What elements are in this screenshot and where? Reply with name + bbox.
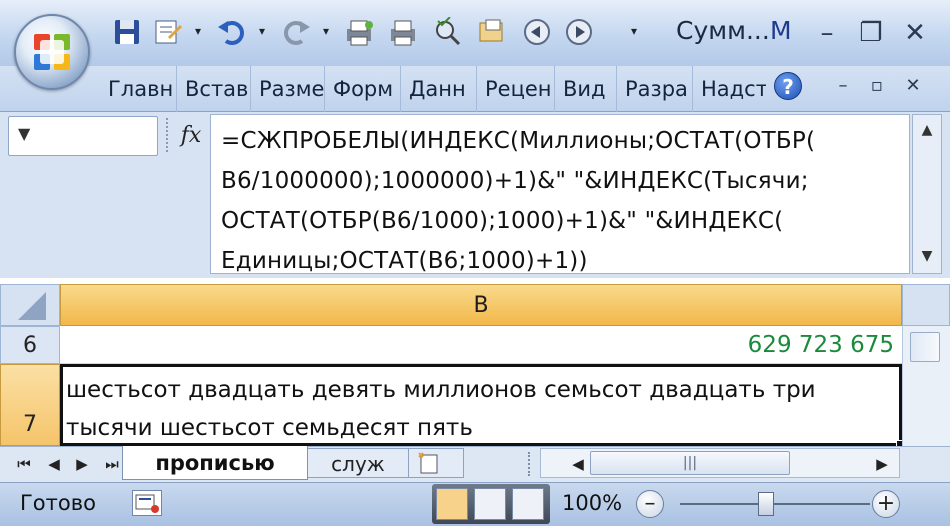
ribbon-close-button[interactable]: ✕ [896, 70, 930, 102]
tab-insert[interactable]: Встав [176, 66, 250, 112]
last-sheet-button[interactable]: ⏭ [100, 452, 124, 476]
tab-home[interactable]: Главн [100, 66, 176, 112]
help-button[interactable]: ? [774, 72, 802, 100]
maximize-button[interactable]: ❐ [848, 12, 894, 54]
ribbon-restore-button[interactable]: ▫ [860, 70, 894, 102]
print-preview-icon[interactable] [340, 12, 378, 52]
zoom-out-button[interactable]: – [636, 490, 664, 518]
open-icon[interactable] [472, 12, 510, 52]
sheet-tab-2[interactable]: служ [298, 448, 418, 478]
tab-page-layout[interactable]: Разме [250, 66, 324, 112]
sheet-tab-active[interactable]: прописью [122, 446, 308, 480]
macro-record-icon[interactable] [132, 490, 162, 516]
chevron-down-icon[interactable]: ▼ [18, 124, 30, 143]
tab-data[interactable]: Данн [400, 66, 476, 112]
zoom-level[interactable]: 100% [562, 488, 622, 518]
forward-icon[interactable] [560, 12, 598, 52]
chevron-left-icon[interactable]: ◀ [566, 452, 590, 476]
row-header-6[interactable]: 6 [0, 326, 60, 364]
spell-check-icon[interactable] [428, 12, 466, 52]
status-ready: Готово [20, 491, 96, 515]
name-box[interactable] [8, 116, 158, 156]
chevron-up-icon[interactable]: ▲ [917, 120, 937, 140]
cell-b6[interactable]: 629 723 675 [60, 326, 902, 364]
tab-developer[interactable]: Разра [616, 66, 692, 112]
office-button[interactable] [14, 14, 90, 90]
next-sheet-button[interactable]: ▶ [70, 452, 94, 476]
form-icon[interactable] [148, 12, 186, 52]
row-header-7[interactable]: 7 [0, 364, 60, 446]
tab-addins[interactable]: Надст [692, 66, 766, 112]
insert-function-button[interactable]: fx [172, 118, 210, 154]
print-icon[interactable] [384, 12, 422, 52]
zoom-slider-thumb[interactable] [758, 492, 774, 516]
chevron-down-icon[interactable]: ▾ [320, 25, 332, 37]
zoom-slider-track[interactable] [680, 503, 870, 505]
chevron-down-icon[interactable]: ▼ [917, 246, 937, 266]
normal-view-icon[interactable] [436, 488, 468, 520]
formula-text: =СЖПРОБЕЛЫ(ИНДЕКС(Миллионы;ОСТАТ(ОТБР( B… [221, 128, 816, 274]
insert-sheet-icon [418, 452, 438, 474]
tab-formulas[interactable]: Форм [324, 66, 400, 112]
tab-view[interactable]: Вид [554, 66, 616, 112]
horizontal-scroll-thumb[interactable]: ||| [590, 451, 790, 475]
chevron-right-icon[interactable]: ▶ [870, 452, 894, 476]
zoom-in-button[interactable]: + [872, 490, 900, 518]
chevron-down-icon[interactable]: ▾ [192, 25, 204, 37]
window-title-suffix: M [770, 16, 792, 45]
redo-icon[interactable] [278, 12, 316, 52]
undo-icon[interactable] [212, 12, 250, 52]
customize-icon[interactable]: ▾ [628, 25, 640, 37]
save-icon[interactable] [108, 12, 146, 52]
column-header-b[interactable]: B [60, 284, 902, 326]
page-layout-view-icon[interactable] [474, 488, 506, 520]
select-all-triangle-icon [18, 292, 46, 320]
column-header-next[interactable] [902, 284, 950, 326]
prev-sheet-button[interactable]: ◀ [42, 452, 66, 476]
first-sheet-button[interactable]: ⏮ [12, 452, 36, 476]
minimize-button[interactable]: – [804, 12, 850, 54]
chevron-down-icon[interactable]: ▾ [256, 25, 268, 37]
tab-review[interactable]: Рецен [476, 66, 554, 112]
cell-b7[interactable]: шестьсот двадцать девять миллионов семьс… [60, 364, 902, 446]
office-logo-icon [34, 34, 70, 70]
back-icon[interactable] [518, 12, 556, 52]
new-sheet-tab[interactable] [408, 448, 464, 478]
formula-input[interactable]: =СЖПРОБЕЛЫ(ИНДЕКС(Миллионы;ОСТАТ(ОТБР( B… [210, 114, 910, 274]
close-button[interactable]: ✕ [892, 12, 938, 54]
vertical-scroll-thumb[interactable] [910, 332, 940, 362]
tab-split-handle[interactable] [528, 452, 534, 476]
page-break-view-icon[interactable] [512, 488, 544, 520]
window-title: Сумм... [676, 16, 770, 45]
ribbon-minimize-button[interactable]: – [826, 70, 860, 102]
